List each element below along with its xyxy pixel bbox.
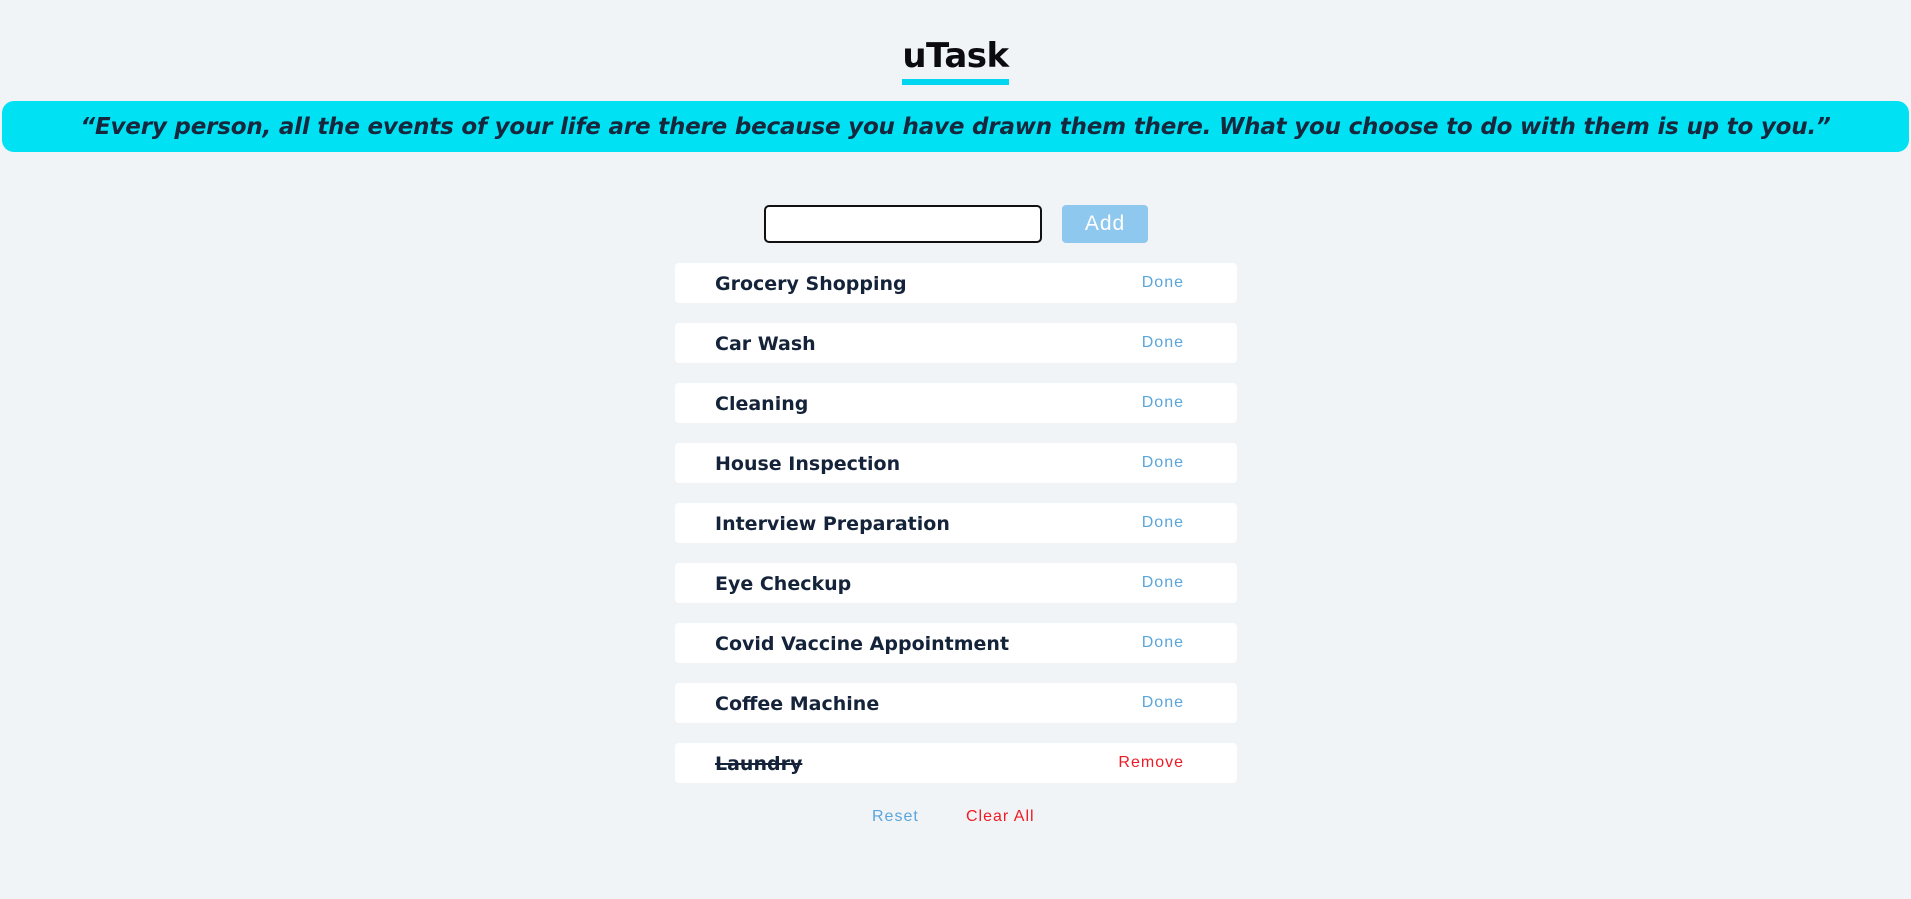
- footer-actions: Reset Clear All: [0, 808, 1911, 830]
- quote-banner: “Every person, all the events of your li…: [2, 101, 1909, 152]
- done-button[interactable]: Done: [1142, 503, 1184, 543]
- add-button[interactable]: Add: [1062, 205, 1148, 243]
- task-name: Covid Vaccine Appointment: [715, 633, 1010, 655]
- task-item: Car Wash Done: [675, 323, 1237, 363]
- task-item: Interview Preparation Done: [675, 503, 1237, 543]
- done-button[interactable]: Done: [1142, 323, 1184, 363]
- app-title: uTask: [902, 36, 1009, 85]
- done-button[interactable]: Done: [1142, 443, 1184, 483]
- task-item: Covid Vaccine Appointment Done: [675, 623, 1237, 663]
- remove-button[interactable]: Remove: [1118, 743, 1184, 783]
- task-item: Eye Checkup Done: [675, 563, 1237, 603]
- task-name: Car Wash: [715, 333, 816, 355]
- task-item: Coffee Machine Done: [675, 683, 1237, 723]
- task-name-completed: Laundry: [715, 753, 803, 775]
- task-name: Interview Preparation: [715, 513, 950, 535]
- task-name: Coffee Machine: [715, 693, 880, 715]
- done-button[interactable]: Done: [1142, 383, 1184, 423]
- done-button[interactable]: Done: [1142, 623, 1184, 663]
- task-name: Eye Checkup: [715, 573, 852, 595]
- task-list: Grocery Shopping Done Car Wash Done Clea…: [675, 263, 1237, 803]
- task-name: House Inspection: [715, 453, 901, 475]
- reset-button[interactable]: Reset: [872, 808, 919, 826]
- done-button[interactable]: Done: [1142, 683, 1184, 723]
- task-input[interactable]: [764, 205, 1042, 243]
- header: uTask: [0, 36, 1911, 85]
- task-item: House Inspection Done: [675, 443, 1237, 483]
- task-name: Cleaning: [715, 393, 809, 415]
- task-name: Grocery Shopping: [715, 273, 907, 295]
- done-button[interactable]: Done: [1142, 263, 1184, 303]
- done-button[interactable]: Done: [1142, 563, 1184, 603]
- clear-all-button[interactable]: Clear All: [966, 808, 1035, 826]
- task-item: Grocery Shopping Done: [675, 263, 1237, 303]
- task-item: Cleaning Done: [675, 383, 1237, 423]
- task-item: Laundry Remove: [675, 743, 1237, 783]
